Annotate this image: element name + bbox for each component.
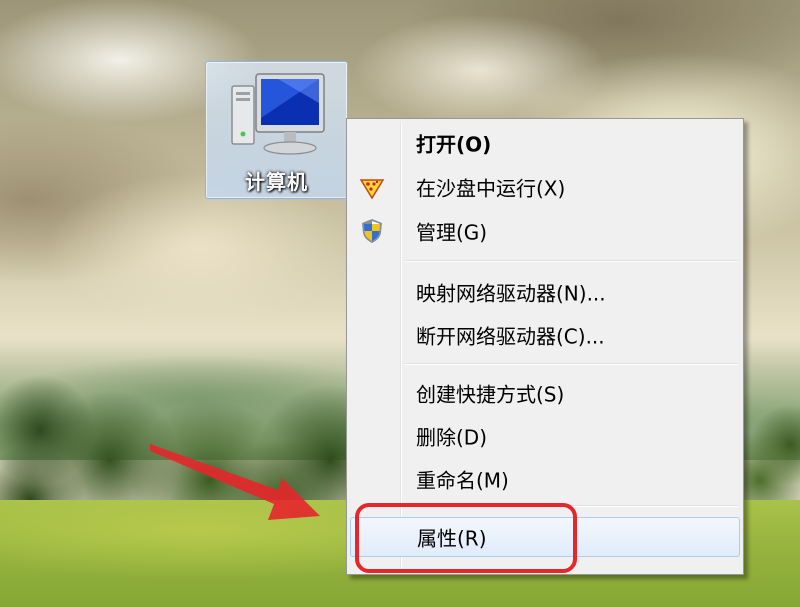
menu-separator xyxy=(405,363,738,365)
menu-separator xyxy=(405,260,738,262)
menu-item-manage[interactable]: 管理(G) xyxy=(350,211,740,251)
computer-icon xyxy=(231,73,325,155)
menu-item-label: 删除(D) xyxy=(416,425,488,450)
menu-item-label: 创建快捷方式(S) xyxy=(416,382,565,407)
menu-item-delete[interactable]: 删除(D) xyxy=(350,416,740,456)
desktop-icon-label: 计算机 xyxy=(245,170,308,194)
menu-item-create-shortcut[interactable]: 创建快捷方式(S) xyxy=(350,373,740,413)
menu-item-run-in-sandbox[interactable]: 在沙盘中运行(X) xyxy=(350,167,740,207)
desktop-icon-computer[interactable]: 计算机 xyxy=(205,61,348,199)
annotation-highlight-box xyxy=(355,503,577,573)
menu-item-label: 重命名(M) xyxy=(416,468,509,493)
menu-item-label: 断开网络驱动器(C)... xyxy=(416,324,605,349)
menu-item-label: 管理(G) xyxy=(416,220,488,245)
menu-item-label: 在沙盘中运行(X) xyxy=(416,176,566,201)
menu-item-label: 映射网络驱动器(N)... xyxy=(416,281,606,306)
menu-item-disconnect-network-drive[interactable]: 断开网络驱动器(C)... xyxy=(350,315,740,355)
uac-shield-icon xyxy=(362,219,382,243)
menu-item-open[interactable]: 打开(O) xyxy=(350,123,740,163)
annotation-arrow-icon xyxy=(150,444,320,520)
sandbox-icon xyxy=(359,179,385,200)
menu-item-label: 打开(O) xyxy=(416,132,492,157)
menu-item-rename[interactable]: 重命名(M) xyxy=(350,459,740,499)
menu-item-map-network-drive[interactable]: 映射网络驱动器(N)... xyxy=(350,272,740,312)
